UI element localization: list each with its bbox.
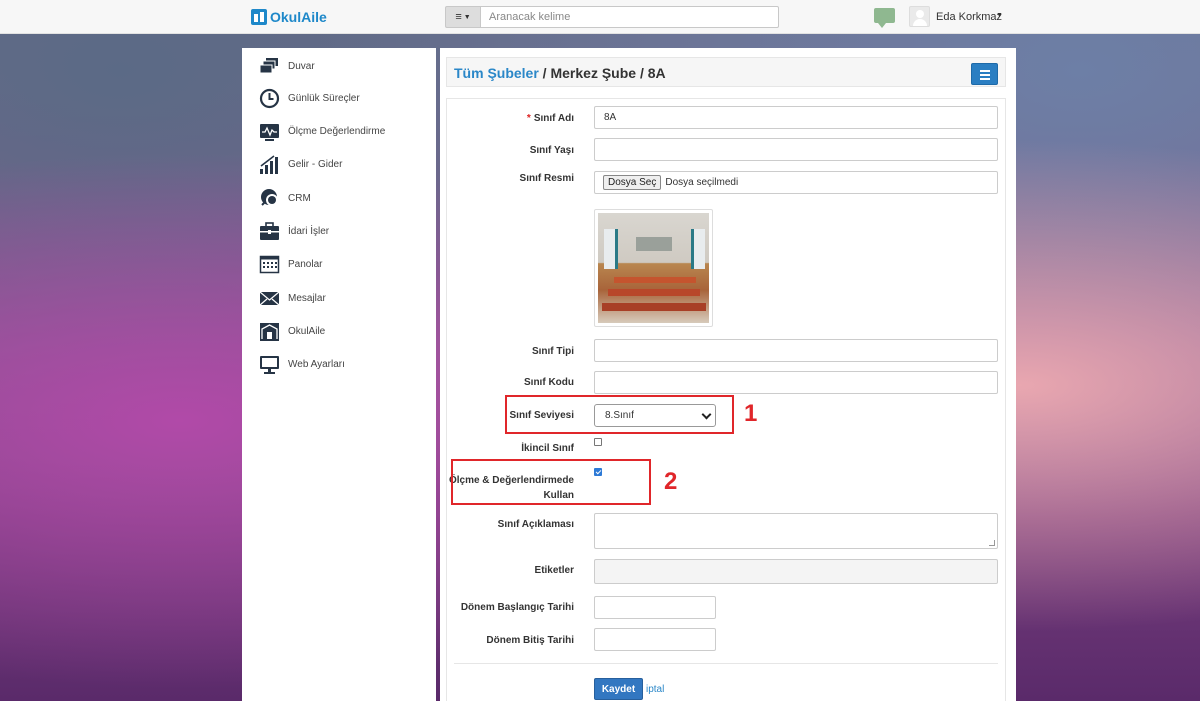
class-age-input[interactable]	[594, 138, 998, 161]
sidebar-item-crm[interactable]: CRM	[259, 188, 311, 209]
breadcrumb-branch: Merkez Şube	[550, 65, 637, 81]
annotation-highlight-box	[505, 395, 734, 434]
sidebar-item-duvar[interactable]: Duvar	[259, 56, 315, 77]
annotation-number: 1	[744, 400, 758, 427]
breadcrumb-separator: /	[636, 65, 648, 81]
sidebar-item-web-ayarlari[interactable]: Web Ayarları	[259, 354, 345, 375]
sidebar-item-label: Web Ayarları	[288, 359, 345, 370]
tags-label: Etiketler	[534, 565, 574, 576]
crm-chat-icon	[259, 188, 280, 209]
tags-input[interactable]	[594, 559, 998, 584]
wall-icon	[259, 56, 280, 77]
sidebar-item-gelir-gider[interactable]: Gelir - Gider	[259, 154, 342, 175]
menu-icon	[980, 70, 990, 72]
envelope-icon	[259, 288, 280, 309]
form-divider	[454, 663, 998, 664]
search-bar: ≡ ▼	[445, 6, 779, 28]
class-image-label: Sınıf Resmi	[519, 173, 574, 184]
classroom-photo	[598, 213, 709, 323]
term-start-label: Dönem Başlangıç Tarihi	[460, 602, 574, 613]
class-type-label: Sınıf Tipi	[531, 346, 574, 357]
sidebar-item-label: Günlük Süreçler	[288, 93, 360, 104]
breadcrumb-current: 8A	[647, 65, 666, 81]
sidebar-item-label: Mesajlar	[288, 293, 326, 304]
class-name-input[interactable]	[594, 106, 998, 129]
list-icon: ≡	[455, 11, 462, 23]
chat-icon[interactable]	[874, 8, 895, 28]
sidebar-item-label: CRM	[288, 193, 311, 204]
term-start-date-input[interactable]	[594, 596, 716, 619]
class-type-input[interactable]	[594, 339, 998, 362]
save-button[interactable]: Kaydet	[594, 678, 643, 700]
page-menu-button[interactable]	[971, 63, 998, 85]
okulaile-logo-icon	[251, 9, 267, 25]
bar-chart-icon	[259, 154, 280, 175]
sidebar-item-mesajlar[interactable]: Mesajlar	[259, 288, 326, 309]
breadcrumb: Tüm Şubeler / Merkez Şube / 8A	[454, 65, 666, 81]
sidebar-item-label: İdari İşler	[288, 226, 330, 237]
computer-icon	[259, 354, 280, 375]
required-marker: *	[526, 113, 531, 124]
resize-handle-icon[interactable]	[989, 540, 995, 546]
term-end-date-input[interactable]	[594, 628, 716, 651]
breadcrumb-all-branches-link[interactable]: Tüm Şubeler	[454, 65, 539, 81]
calendar-board-icon	[259, 254, 280, 275]
user-name[interactable]: Eda Korkmaz	[936, 11, 1002, 23]
sidebar-item-gunluk-surecler[interactable]: Günlük Süreçler	[259, 88, 360, 109]
class-image-preview	[594, 209, 713, 327]
cancel-link[interactable]: iptal	[646, 684, 664, 695]
class-age-label: Sınıf Yaşı	[529, 145, 574, 156]
sidebar-item-label: Ölçme Değerlendirme	[288, 126, 386, 137]
app-logo[interactable]: OkulAile	[251, 9, 327, 25]
sidebar-item-label: Panolar	[288, 259, 323, 270]
sidebar-item-label: OkulAile	[288, 326, 326, 337]
term-end-label: Dönem Bitiş Tarihi	[486, 635, 574, 646]
clock-icon	[259, 88, 280, 109]
breadcrumb-separator: /	[538, 65, 551, 81]
page-header: Tüm Şubeler / Merkez Şube / 8A	[446, 57, 1006, 87]
secondary-class-label: İkincil Sınıf	[521, 443, 574, 454]
choose-file-button[interactable]: Dosya Seç	[603, 175, 662, 190]
caret-down-icon: ▼	[463, 13, 471, 21]
annotation-number: 2	[664, 468, 678, 495]
app-logo-text: OkulAile	[270, 9, 327, 25]
search-menu-button[interactable]: ≡ ▼	[445, 6, 480, 28]
user-avatar-icon[interactable]	[909, 6, 930, 27]
file-status-text: Dosya seçilmedi	[665, 177, 739, 188]
sidebar-item-okulaile[interactable]: OkulAile	[259, 321, 325, 342]
school-family-icon	[259, 321, 280, 342]
user-menu-caret-icon[interactable]: ▼	[996, 12, 1003, 19]
sidebar-item-idari-isler[interactable]: İdari İşler	[259, 221, 329, 242]
sidebar-item-label: Duvar	[288, 61, 315, 72]
sidebar-item-panolar[interactable]: Panolar	[259, 254, 322, 275]
briefcase-icon	[259, 221, 280, 242]
sidebar: Duvar Günlük Süreçler Ölçme Değerlendirm…	[242, 48, 436, 701]
sidebar-item-label: Gelir - Gider	[288, 159, 343, 170]
top-navbar: OkulAile ≡ ▼ Eda Korkmaz ▼	[0, 0, 1200, 34]
class-description-label: Sınıf Açıklaması	[497, 519, 574, 530]
annotation-highlight-box	[451, 459, 651, 505]
sidebar-item-olcme-degerlendirme[interactable]: Ölçme Değerlendirme	[259, 121, 385, 142]
monitor-chart-icon	[259, 121, 280, 142]
search-input[interactable]	[480, 6, 779, 28]
class-code-input[interactable]	[594, 371, 998, 394]
class-code-label: Sınıf Kodu	[524, 377, 574, 388]
class-description-textarea[interactable]	[594, 513, 998, 549]
secondary-class-checkbox[interactable]	[594, 438, 602, 446]
class-name-label: * Sınıf Adı	[526, 113, 574, 124]
class-image-file-input: Dosya Seç Dosya seçilmedi	[594, 171, 998, 194]
